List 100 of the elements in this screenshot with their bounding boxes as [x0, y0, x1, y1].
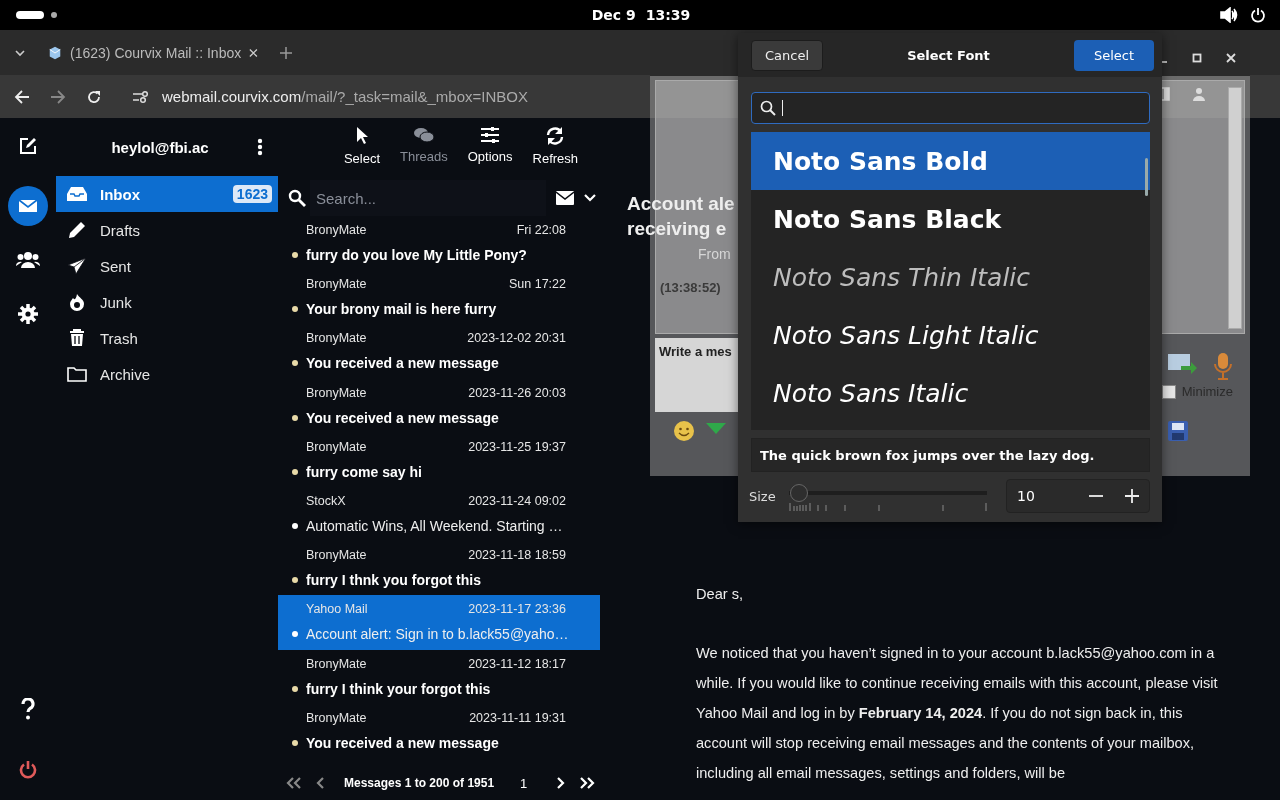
- message-item[interactable]: BronyMate Fri 22:08 furry do you love My Little Pony?: [278, 216, 600, 271]
- microphone-icon[interactable]: [1213, 352, 1233, 380]
- folder-item[interactable]: Archive: [56, 356, 278, 392]
- mail-nav-button[interactable]: [8, 186, 48, 226]
- inbox-tray-icon: [66, 186, 88, 202]
- message-subject: You received a new message: [306, 734, 499, 751]
- site-settings-icon[interactable]: [132, 89, 150, 104]
- font-item[interactable]: Noto Sans Bold: [751, 132, 1150, 190]
- sender-name: StockX: [306, 494, 346, 509]
- logout-icon[interactable]: [18, 760, 38, 780]
- size-label: Size: [749, 488, 777, 504]
- sender-name: BronyMate: [306, 656, 367, 671]
- select-button[interactable]: Select: [339, 124, 385, 180]
- message-item[interactable]: BronyMate 2023-11-26 20:03 You received a new message: [278, 378, 600, 433]
- message-item[interactable]: Yahoo Mail 2023-11-17 23:36 Account alert: Sign in to b.lack55@yaho…: [278, 595, 600, 650]
- maximize-window-icon[interactable]: [1192, 53, 1202, 63]
- back-icon[interactable]: [14, 88, 30, 105]
- message-date: 2023-11-24 09:02: [468, 494, 566, 509]
- folder-item[interactable]: Drafts: [56, 212, 278, 248]
- kebab-menu-icon[interactable]: [256, 138, 263, 156]
- gear-icon: [18, 304, 38, 324]
- message-subject: furry do you love My Little Pony?: [306, 247, 527, 264]
- caret-icon[interactable]: [584, 194, 596, 202]
- message-subject: furry I thnk you forgot this: [306, 572, 481, 589]
- select-button[interactable]: Select: [1073, 39, 1154, 71]
- send-picture-icon[interactable]: [1167, 352, 1197, 376]
- message-date: 2023-12-02 20:31: [467, 331, 566, 346]
- message-item[interactable]: BronyMate 2023-11-25 19:37 furry come say hi: [278, 432, 600, 487]
- clock-date[interactable]: Dec 9: [591, 7, 636, 23]
- close-tab-icon[interactable]: [249, 47, 258, 58]
- smiley-icon[interactable]: [673, 420, 695, 442]
- message-item[interactable]: StockX 2023-11-24 09:02 Automatic Wins, All Weekend. Starting …: [278, 486, 600, 542]
- font-search-field[interactable]: [751, 92, 1150, 124]
- previous-page-icon[interactable]: [316, 777, 326, 789]
- message-date: 2023-11-12 18:17: [468, 656, 566, 671]
- scrollbar[interactable]: [1228, 87, 1242, 329]
- speech-bubbles-icon: [412, 126, 435, 144]
- close-window-icon[interactable]: [1226, 53, 1236, 63]
- folder-item[interactable]: Inbox 1623: [56, 176, 278, 212]
- clock-time[interactable]: 13:39: [645, 7, 691, 23]
- cancel-button[interactable]: Cancel: [751, 39, 824, 71]
- save-icon[interactable]: [1167, 420, 1189, 442]
- message-date: 2023-11-17 23:36: [468, 602, 566, 617]
- size-spin-field[interactable]: 10: [1006, 479, 1150, 513]
- font-item[interactable]: Noto Sans Thin Italic: [751, 248, 1150, 306]
- pointer-icon: [354, 126, 369, 146]
- paper-plane-icon: [66, 257, 88, 275]
- message-subject: Automatic Wins, All Weekend. Starting …: [306, 518, 563, 535]
- folder-icon: [66, 366, 88, 382]
- tab-list-caret-icon[interactable]: [14, 48, 26, 57]
- speaker-icon[interactable]: [1220, 7, 1238, 23]
- folder-item[interactable]: Sent: [56, 248, 278, 284]
- compose-icon[interactable]: [18, 136, 38, 156]
- envelope-favicon-icon: [48, 44, 63, 61]
- font-preview-field[interactable]: The quick brown fox jumps over the lazy dog.: [751, 438, 1150, 472]
- options-button[interactable]: Options: [463, 124, 517, 180]
- from-label: From: [697, 246, 731, 262]
- message-date: 2023-11-26 20:03: [468, 385, 566, 400]
- sender-name: BronyMate: [306, 331, 367, 346]
- tab-title: (1623) Courvix Mail :: Inbox: [70, 44, 242, 61]
- activities-indicator[interactable]: [16, 11, 44, 19]
- dialog-title: Select Font: [907, 47, 990, 63]
- message-item[interactable]: BronyMate 2023-11-18 18:59 furry I thnk you forgot this: [278, 541, 600, 596]
- sender-name: BronyMate: [306, 223, 367, 238]
- last-page-icon[interactable]: [579, 777, 596, 789]
- message-item[interactable]: BronyMate 2023-11-12 18:17 furry I think your forgot this: [278, 649, 600, 704]
- message-item[interactable]: BronyMate 2023-11-11 19:31 You received a new message: [278, 703, 600, 758]
- refresh-icon: [545, 126, 566, 146]
- message-item[interactable]: BronyMate 2023-12-02 20:31 You received a new message: [278, 324, 600, 379]
- refresh-button[interactable]: Refresh: [528, 124, 583, 180]
- sender-name: Yahoo Mail: [306, 602, 368, 617]
- folder-item[interactable]: Trash: [56, 320, 278, 356]
- forward-icon[interactable]: [50, 88, 66, 105]
- reload-icon[interactable]: [86, 88, 102, 105]
- search-icon: [760, 100, 776, 116]
- message-date: Sun 17:22: [509, 277, 566, 292]
- message-subject: You received a new message: [306, 355, 499, 372]
- new-tab-icon[interactable]: [280, 46, 292, 59]
- page-number[interactable]: 1: [520, 775, 528, 791]
- next-page-icon[interactable]: [555, 777, 566, 789]
- sender-name: BronyMate: [306, 385, 367, 400]
- pencil-icon: [66, 220, 88, 240]
- workspace-dot[interactable]: [51, 12, 57, 18]
- font-item[interactable]: Noto Sans Black: [751, 190, 1150, 248]
- first-page-icon[interactable]: [286, 777, 302, 789]
- size-slider-thumb[interactable]: [789, 484, 808, 502]
- increase-icon[interactable]: [1125, 489, 1139, 503]
- help-icon[interactable]: [21, 698, 35, 720]
- account-name: heylol@fbi.ac: [111, 138, 209, 156]
- envelope-filter-icon[interactable]: [556, 191, 574, 205]
- scrollbar-thumb[interactable]: [1145, 158, 1148, 196]
- message-item[interactable]: BronyMate Sun 17:22 Your brony mail is here furry: [278, 270, 600, 325]
- search-field[interactable]: Search...: [310, 180, 546, 216]
- browser-tab[interactable]: (1623) Courvix Mail :: Inbox: [48, 30, 258, 75]
- sender-name: BronyMate: [306, 710, 367, 725]
- power-icon[interactable]: [1250, 7, 1266, 23]
- greeting-text: Dear s,: [696, 586, 745, 602]
- message-date: 2023-11-18 18:59: [468, 548, 566, 563]
- folder-item[interactable]: Junk: [56, 284, 278, 320]
- message-subject: Your brony mail is here furry: [306, 301, 497, 318]
